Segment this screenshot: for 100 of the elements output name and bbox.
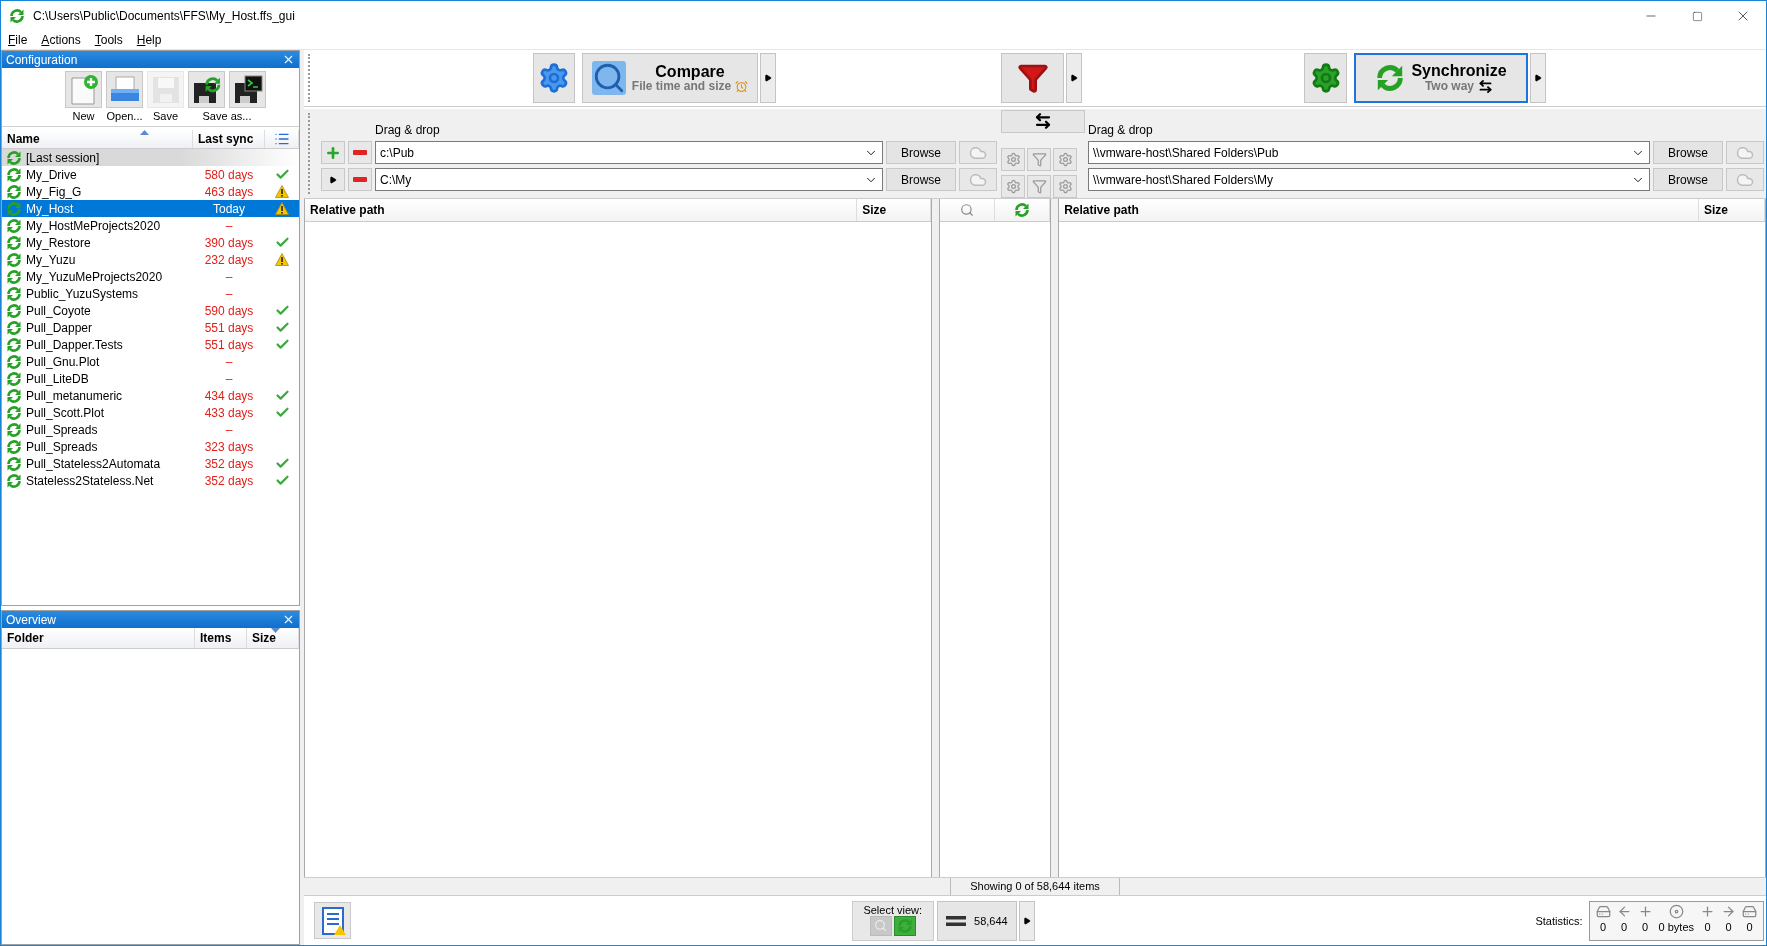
menu-item[interactable]: Actions (34, 33, 88, 47)
config-list-item[interactable]: Pull_Gnu.Plot – (2, 353, 299, 370)
config-name: My_Host (26, 201, 75, 216)
panel-title: Overview (6, 612, 56, 627)
view-toggle[interactable] (869, 915, 892, 936)
funnel-icon (1031, 179, 1047, 194)
config-list-item[interactable]: My_Host Today (2, 200, 299, 217)
config-list-item[interactable]: Pull_Spreads 323 days (2, 438, 299, 455)
column-header[interactable]: Folder (2, 628, 195, 648)
config-list-item[interactable]: Pull_Scott.Plot 433 days (2, 404, 299, 421)
config-name: Pull_Spreads (26, 422, 99, 437)
sync-icon (6, 421, 22, 438)
column-header[interactable]: Size (247, 628, 299, 648)
compare-menu-button[interactable] (760, 53, 776, 103)
column-header[interactable]: Size (1699, 199, 1765, 221)
column-header[interactable]: Relative path (1059, 199, 1699, 221)
menu-item[interactable]: File (1, 33, 35, 47)
sync-icon (1014, 202, 1031, 218)
splitter[interactable] (1051, 199, 1059, 877)
sync-settings-button[interactable] (1053, 175, 1077, 198)
remove-pair-button[interactable] (348, 141, 372, 164)
filter-menu-button[interactable] (1066, 53, 1082, 103)
folder-path-field[interactable]: c:\Pub (375, 141, 883, 164)
folder-path-field[interactable]: C:\My (375, 168, 883, 191)
swap-arrows-icon (1034, 112, 1052, 131)
view-menu-button[interactable] (1018, 900, 1035, 941)
last-sync: 433 days (203, 405, 255, 420)
view-toggle[interactable] (893, 915, 916, 936)
sync-menu-button[interactable] (1530, 53, 1546, 103)
synchronize-button[interactable]: Synchronize Two way (1354, 53, 1528, 103)
folder-path-field[interactable]: \\vmware-host\Shared Folders\Pub (1088, 141, 1650, 164)
sync-icon (6, 285, 22, 302)
column-header[interactable]: Last sync (193, 130, 265, 148)
folder-path-field[interactable]: \\vmware-host\Shared Folders\My (1088, 168, 1650, 191)
sync-settings-button[interactable] (1304, 53, 1347, 103)
last-sync: – (224, 218, 234, 233)
config-name: Pull_LiteDB (26, 371, 90, 386)
remove-pair-button[interactable] (348, 168, 372, 191)
config-name: Stateless2Stateless.Net (26, 473, 155, 488)
toolbar-button[interactable] (188, 71, 225, 108)
last-sync: 551 days (203, 337, 255, 352)
config-name: Pull_metanumeric (26, 388, 124, 403)
config-list-item[interactable]: Pull_Spreads – (2, 421, 299, 438)
close-icon[interactable] (282, 53, 295, 66)
alarm-clock-icon (735, 80, 749, 94)
floppy-terminal-icon (232, 74, 263, 105)
browse-button[interactable]: Browse (886, 141, 956, 164)
config-list-item[interactable]: Public_YuzuSystems – (2, 285, 299, 302)
browse-button[interactable]: Browse (1653, 168, 1723, 191)
filter-button[interactable] (1001, 53, 1064, 103)
caret-icon (1534, 74, 1542, 82)
config-list-item[interactable]: My_HostMeProjects2020 – (2, 217, 299, 234)
last-sync: 463 days (203, 184, 255, 199)
compare-settings-button[interactable] (1001, 148, 1025, 171)
last-sync: – (224, 286, 234, 301)
config-list-item[interactable]: Pull_Dapper 551 days (2, 319, 299, 336)
config-list-item[interactable]: My_Fig_G 463 days (2, 183, 299, 200)
config-list-item[interactable]: Pull_Stateless2Automata 352 days (2, 455, 299, 472)
expand-button[interactable] (321, 168, 345, 191)
swap-sides-button[interactable] (1001, 110, 1085, 133)
column-header[interactable]: Name (2, 130, 193, 148)
config-list-item[interactable]: Stateless2Stateless.Net 352 days (2, 472, 299, 489)
close-icon[interactable] (282, 613, 295, 626)
config-list-item[interactable]: My_YuzuMeProjects2020 – (2, 268, 299, 285)
equal-files-button[interactable]: 58,644 (936, 900, 1017, 941)
last-sync: 434 days (203, 388, 255, 403)
toolbar-button[interactable] (229, 71, 266, 108)
config-list-item[interactable]: My_Yuzu 232 days (2, 251, 299, 268)
tool-label: New (72, 110, 95, 122)
browse-button[interactable]: Browse (886, 168, 956, 191)
compare-settings-button[interactable] (1001, 175, 1025, 198)
browse-button[interactable]: Browse (1653, 141, 1723, 164)
sync-settings-button[interactable] (1053, 148, 1077, 171)
compare-settings-button[interactable] (533, 53, 575, 103)
list-icon[interactable] (273, 131, 290, 147)
caret-icon (329, 175, 337, 184)
funnel-icon (1016, 62, 1049, 94)
window-title: C:\Users\Public\Documents\FFS\My_Host.ffs_gui (33, 9, 296, 23)
menu-item[interactable]: Help (129, 33, 169, 47)
config-list-item[interactable]: My_Restore 390 days (2, 234, 299, 251)
config-list-item[interactable]: My_Drive 580 days (2, 166, 299, 183)
config-list-item[interactable]: Pull_Dapper.Tests 551 days (2, 336, 299, 353)
config-list-item[interactable]: Pull_Coyote 590 days (2, 302, 299, 319)
compare-button[interactable]: Compare File time and size (582, 53, 758, 103)
caret-icon (1022, 916, 1031, 925)
sync-icon (6, 438, 22, 455)
config-name: Pull_Gnu.Plot (26, 354, 101, 369)
log-button[interactable] (314, 902, 351, 939)
last-sync: 551 days (203, 320, 255, 335)
last-sync: – (224, 354, 234, 369)
drop-hint: Drag & drop (1088, 122, 1153, 137)
config-list-item[interactable]: Pull_metanumeric 434 days (2, 387, 299, 404)
column-header[interactable]: Relative path (305, 199, 858, 221)
last-sync: 390 days (203, 235, 255, 250)
menu-item[interactable]: Tools (87, 33, 130, 47)
column-header[interactable]: Size (857, 199, 932, 221)
splitter[interactable] (932, 199, 940, 877)
config-list-item[interactable]: Pull_LiteDB – (2, 370, 299, 387)
column-header[interactable]: Items (195, 628, 247, 648)
sync-icon (6, 251, 22, 268)
